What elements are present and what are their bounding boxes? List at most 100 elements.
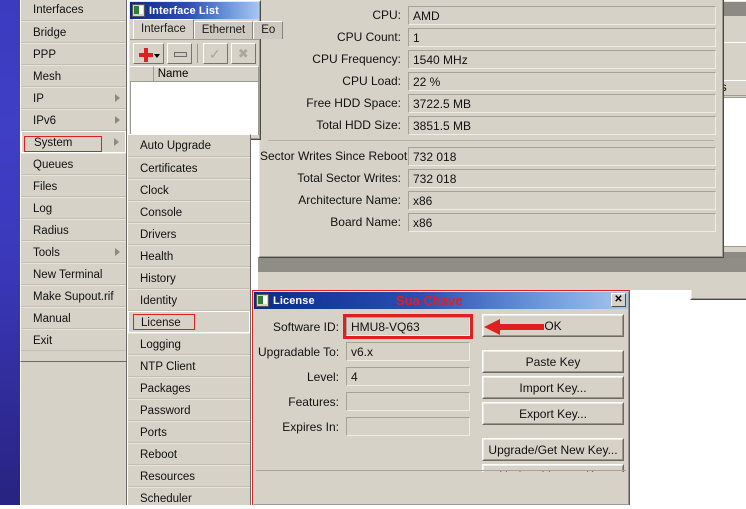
resource-value-field[interactable]: 3722.5 MB <box>408 93 716 113</box>
export-key-button[interactable]: Export Key... <box>482 402 624 425</box>
upgrade-get-new-key-button[interactable]: Upgrade/Get New Key... <box>482 438 624 461</box>
tab-interface[interactable]: Interface <box>133 19 194 39</box>
resource-value-field[interactable]: x86 <box>408 212 716 232</box>
ok-button[interactable]: OK <box>482 314 624 337</box>
submenu-item-identity[interactable]: Identity <box>128 289 250 311</box>
menu-item-ipv6[interactable]: IPv6 <box>21 109 126 131</box>
interface-list-window-icon <box>132 4 145 17</box>
resource-value-field[interactable]: AMD <box>408 5 716 25</box>
license-statusbar <box>256 472 626 502</box>
interface-list-column-blank[interactable] <box>130 66 154 82</box>
menu-item-label: Queues <box>33 159 74 171</box>
submenu-item-resources[interactable]: Resources <box>128 465 250 487</box>
submenu-item-auto-upgrade[interactable]: Auto Upgrade <box>128 135 250 157</box>
paste-key-button[interactable]: Paste Key <box>482 350 624 373</box>
menu-item-label: IPv6 <box>33 115 57 127</box>
toolbar-separator <box>196 43 198 63</box>
menu-item-tools[interactable]: Tools <box>21 241 126 263</box>
interface-list-column-name[interactable]: Name <box>153 66 259 82</box>
desktop: Drops CPU:AMDCPU Count:1CPU Frequency:15… <box>0 0 746 509</box>
submenu-item-label: Drivers <box>140 229 177 241</box>
start-menu: Interfaces Bridge PPP Mesh IP IPv6 System Queue… <box>20 0 127 362</box>
license-field-label: Software ID: <box>272 319 339 334</box>
check-icon: ✓ <box>208 45 221 62</box>
interface-list-titlebar[interactable]: Interface List <box>130 2 259 19</box>
license-field-label: Upgradable To: <box>258 344 340 359</box>
menu-item-files[interactable]: Files <box>21 175 126 197</box>
submenu-item-label: Packages <box>140 383 191 395</box>
tab-eo[interactable]: Eo <box>253 21 284 39</box>
resource-value-field[interactable]: 3851.5 MB <box>408 115 716 135</box>
resource-value-field[interactable]: 1540 MHz <box>408 49 716 69</box>
submenu-item-logging[interactable]: Logging <box>128 333 250 355</box>
submenu-item-label: Auto Upgrade <box>140 140 211 152</box>
license-field-value[interactable]: v6.x <box>346 342 470 361</box>
license-field-value[interactable] <box>346 417 470 436</box>
license-field-value[interactable]: 4 <box>346 367 470 386</box>
desktop-accent-strip <box>0 0 20 509</box>
menu-item-bridge[interactable]: Bridge <box>21 21 126 43</box>
submenu-item-health[interactable]: Health <box>128 245 250 267</box>
menu-item-radius[interactable]: Radius <box>21 219 126 241</box>
enable-interface-button[interactable]: ✓ <box>202 42 228 64</box>
license-buttons: OK Paste Key Import Key... Export Key... Upg… <box>482 314 624 487</box>
menu-item-log[interactable]: Log <box>21 197 126 219</box>
add-interface-button[interactable] <box>133 42 164 64</box>
resource-value-field[interactable]: 732 018 <box>408 146 716 166</box>
menu-item-ip[interactable]: IP <box>21 87 126 109</box>
resource-value-field[interactable]: 1 <box>408 27 716 47</box>
close-button[interactable]: ✕ <box>611 293 626 307</box>
resources-window-footer <box>258 272 746 290</box>
interface-list-toolbar: ✓ ✖ <box>130 40 259 66</box>
license-titlebar[interactable]: License Sua Chave ✕ <box>254 292 628 309</box>
remove-interface-button[interactable] <box>166 42 192 64</box>
chevron-right-icon <box>114 138 119 146</box>
menu-item-new-terminal[interactable]: New Terminal <box>21 263 126 285</box>
submenu-item-packages[interactable]: Packages <box>128 377 250 399</box>
license-field-label: Expires In: <box>282 419 339 434</box>
tab-ethernet[interactable]: Ethernet <box>193 21 254 39</box>
submenu-item-label: Scheduler <box>140 493 192 505</box>
interface-list-window[interactable]: Interface List Interface Ethernet Eo ✓ ✖… <box>128 0 284 140</box>
license-field-value[interactable]: HMU8-VQ63 <box>346 317 470 336</box>
menu-item-queues[interactable]: Queues <box>21 153 126 175</box>
menu-item-label: Log <box>33 203 53 215</box>
menu-item-interfaces[interactable]: Interfaces <box>21 0 126 21</box>
resource-value-field[interactable]: x86 <box>408 190 716 210</box>
submenu-item-history[interactable]: History <box>128 267 250 289</box>
resource-label: Total Sector Writes: <box>297 171 401 185</box>
submenu-item-reboot[interactable]: Reboot <box>128 443 250 465</box>
menu-item-exit[interactable]: Exit <box>21 329 126 351</box>
bottom-clipped-strip <box>0 505 746 509</box>
submenu-item-console[interactable]: Console <box>128 201 250 223</box>
resource-value-field[interactable]: 732 018 <box>408 168 716 188</box>
submenu-item-label: Ports <box>140 427 167 439</box>
menu-item-manual[interactable]: Manual <box>21 307 126 329</box>
interface-list-body[interactable] <box>130 82 259 135</box>
import-key-button[interactable]: Import Key... <box>482 376 624 399</box>
submenu-item-ntp-client[interactable]: NTP Client <box>128 355 250 377</box>
interface-list-tabstrip: Interface Ethernet Eo <box>130 19 284 39</box>
menu-item-label: New Terminal <box>33 269 103 281</box>
submenu-item-clock[interactable]: Clock <box>128 179 250 201</box>
submenu-item-certificates[interactable]: Certificates <box>128 157 250 179</box>
submenu-item-ports[interactable]: Ports <box>128 421 250 443</box>
license-dialog[interactable]: License Sua Chave ✕ Software ID: HMU8-VQ6… <box>252 290 630 506</box>
menu-item-label: System <box>34 137 73 149</box>
license-field-label: Features: <box>288 394 339 409</box>
menu-item-mesh[interactable]: Mesh <box>21 65 126 87</box>
system-resources-window[interactable]: CPU: AMD CPU Count: 1 CPU Frequency: 1540 MHz… <box>258 0 724 258</box>
submenu-item-label: Console <box>140 207 183 219</box>
close-icon: ✖ <box>237 45 249 61</box>
disable-interface-button[interactable]: ✖ <box>230 42 256 64</box>
submenu-item-password[interactable]: Password <box>128 399 250 421</box>
submenu-item-drivers[interactable]: Drivers <box>128 223 250 245</box>
menu-item-system[interactable]: System <box>21 131 126 153</box>
menu-item-ppp[interactable]: PPP <box>21 43 126 65</box>
resources-secondary-rows: Sector Writes Since Reboot: 732 018 Total … <box>260 145 722 233</box>
menu-item-make-supout-rif[interactable]: Make Supout.rif <box>21 285 126 307</box>
license-field-value[interactable] <box>346 392 470 411</box>
resource-value-field[interactable]: 22 % <box>408 71 716 91</box>
resource-label: CPU Load: <box>342 74 401 88</box>
submenu-item-license[interactable]: License <box>128 311 250 333</box>
